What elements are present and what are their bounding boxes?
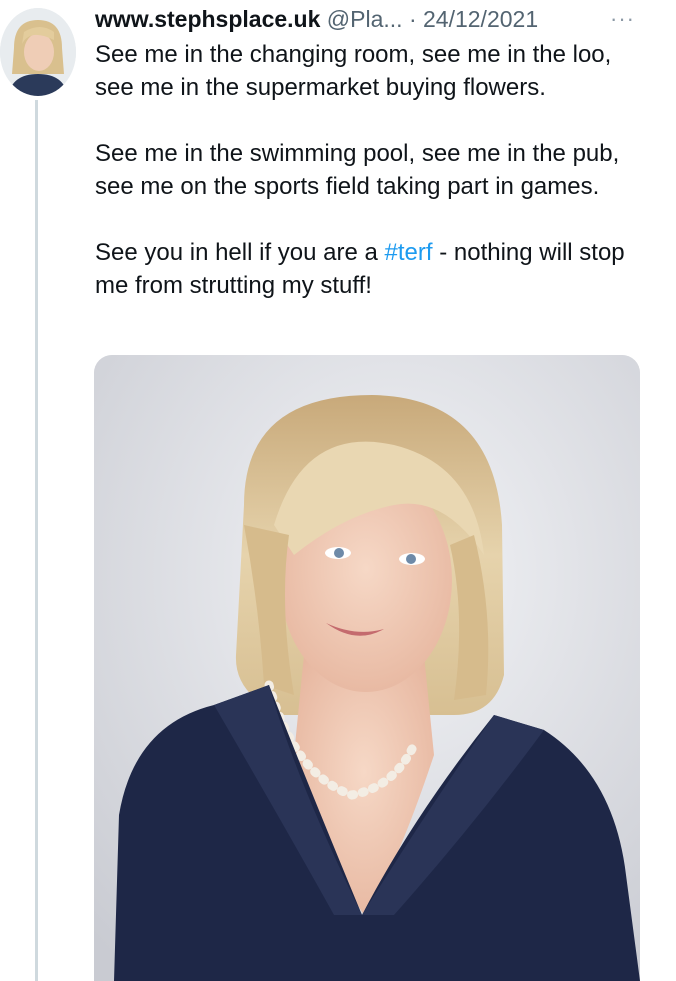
tweet-header: www.stephsplace.uk @Pla... · 24/12/2021 … [95,2,665,36]
tweet-text: See me in the changing room, see me in t… [95,38,655,335]
header-separator: · [408,6,417,32]
hashtag-link[interactable]: #terf [385,239,433,266]
tweet-paragraph-1: See me in the changing room, see me in t… [95,41,612,101]
more-horizontal-icon[interactable]: ··· [610,2,635,36]
author-name[interactable]: www.stephsplace.uk [95,6,320,32]
tweet-paragraph-3-start: See you in hell if you are a [95,239,385,266]
tweet-date[interactable]: 24/12/2021 [423,6,538,32]
avatar[interactable] [0,8,76,96]
tweet-photo[interactable] [94,355,640,981]
author-handle[interactable]: @Pla... [327,6,403,32]
portrait-photo [94,355,640,981]
tweet-paragraph-2: See me in the swimming pool, see me in t… [95,140,620,200]
thread-line [35,100,38,981]
avatar-image [0,8,76,96]
tweet-paragraph-3: See you in hell if you are a #terf - not… [95,236,655,302]
